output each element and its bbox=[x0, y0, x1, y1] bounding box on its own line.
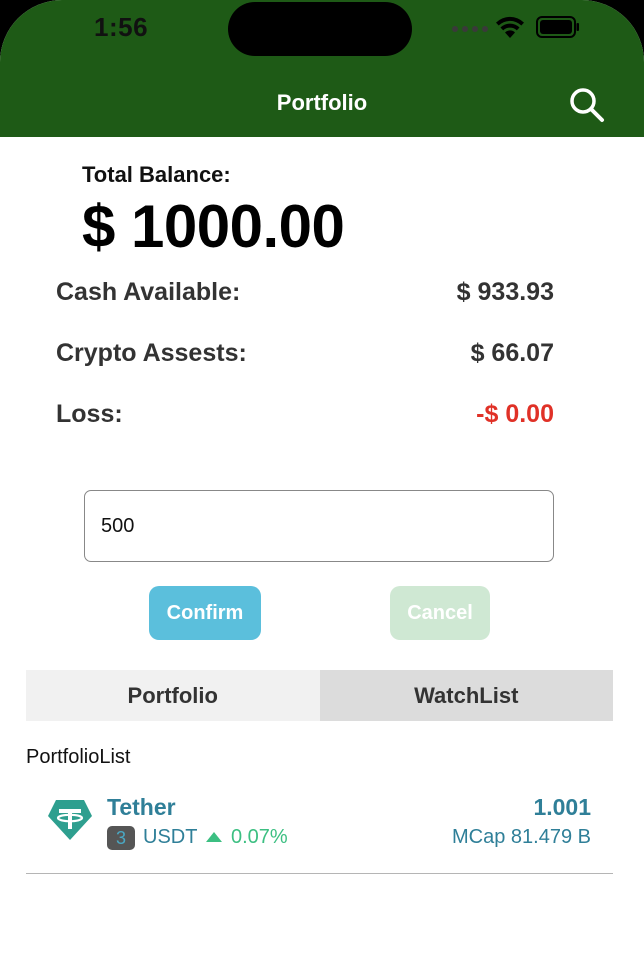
tab-watchlist[interactable]: WatchList bbox=[319, 670, 613, 721]
battery-icon bbox=[536, 16, 579, 38]
dynamic-island bbox=[228, 2, 412, 56]
status-bar: 1:56 bbox=[0, 0, 644, 62]
coin-symbol: USDT bbox=[143, 826, 198, 848]
coin-price: 1.001 bbox=[533, 794, 591, 820]
navigation-bar: Portfolio bbox=[0, 62, 644, 137]
crypto-assets-value: $ 66.07 bbox=[470, 339, 554, 367]
search-icon[interactable] bbox=[568, 86, 606, 124]
total-balance-value: $ 1000.00 bbox=[82, 193, 345, 260]
coin-name: Tether bbox=[107, 794, 176, 820]
up-arrow-icon bbox=[206, 832, 222, 842]
tab-portfolio[interactable]: Portfolio bbox=[26, 670, 320, 721]
loss-value: -$ 0.00 bbox=[476, 400, 554, 428]
confirm-button[interactable]: Confirm bbox=[149, 586, 261, 640]
segmented-control: Portfolio WatchList bbox=[26, 670, 613, 721]
list-item[interactable]: Tether 3 USDT 0.07% 1.001 MCap 81.479 B bbox=[26, 780, 613, 874]
total-balance-label: Total Balance: bbox=[82, 162, 231, 187]
amount-input[interactable] bbox=[84, 490, 554, 562]
cash-available-value: $ 933.93 bbox=[456, 278, 554, 306]
crypto-assets-label: Crypto Assests: bbox=[56, 339, 247, 367]
cellular-signal-icon bbox=[452, 26, 488, 32]
list-header: PortfolioList bbox=[26, 746, 131, 768]
wifi-icon bbox=[496, 16, 524, 38]
loss-label: Loss: bbox=[56, 400, 123, 428]
market-cap: MCap 81.479 B bbox=[452, 826, 591, 848]
page-title: Portfolio bbox=[276, 90, 368, 115]
cash-available-label: Cash Available: bbox=[56, 278, 241, 306]
app-screen: 1:56 Portfolio Total Balance: $ 1000.00 … bbox=[0, 0, 644, 954]
cancel-button[interactable]: Cancel bbox=[390, 586, 490, 640]
status-time: 1:56 bbox=[94, 12, 149, 42]
price-change: 0.07% bbox=[231, 826, 288, 848]
tether-icon bbox=[48, 800, 92, 840]
rank-badge: 3 bbox=[107, 826, 135, 850]
